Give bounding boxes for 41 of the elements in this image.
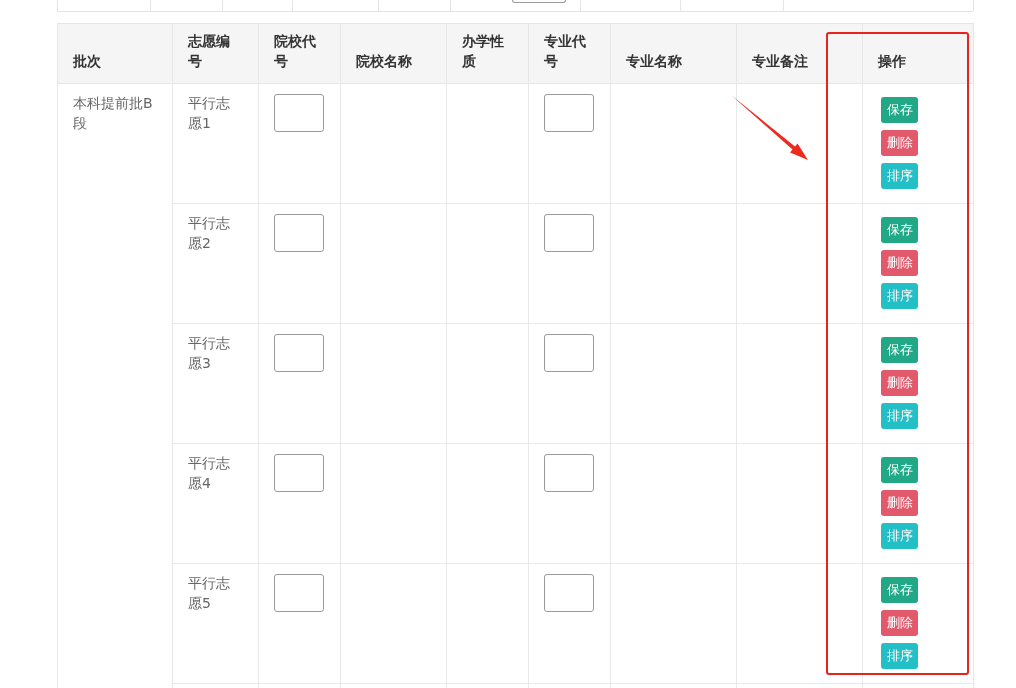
input-field[interactable] [544,454,594,492]
input-field[interactable] [544,214,594,252]
column-header: 操作 [862,23,974,84]
table-cell: 平行志愿1 [172,83,259,204]
input-field[interactable] [544,94,594,132]
column-header: 办学性质 [446,23,529,84]
save-button[interactable]: 保存 [881,217,918,243]
column-header: 院校名称 [340,23,447,84]
sort-button[interactable]: 排序 [881,403,918,429]
input-field[interactable] [274,454,324,492]
save-button[interactable]: 保存 [881,97,918,123]
sort-button[interactable]: 排序 [881,523,918,549]
table-cell: 平行志愿4 [172,443,259,564]
table-cell: 平行志愿2 [172,203,259,324]
column-header: 批次 [57,23,173,84]
input-field[interactable] [274,334,324,372]
delete-button[interactable]: 删除 [881,130,918,156]
save-button[interactable]: 保存 [881,457,918,483]
column-header: 志愿编号 [172,23,259,84]
table-cell: 平行志愿3 [172,323,259,444]
save-button[interactable]: 保存 [881,337,918,363]
delete-button[interactable]: 删除 [881,490,918,516]
save-button[interactable]: 保存 [881,577,918,603]
sort-button[interactable]: 排序 [881,163,918,189]
delete-button[interactable]: 删除 [881,370,918,396]
input-field[interactable] [274,574,324,612]
input-field[interactable] [274,94,324,132]
column-header: 专业代号 [528,23,611,84]
column-header: 专业备注 [736,23,863,84]
input-field[interactable] [544,334,594,372]
input-field[interactable] [544,574,594,612]
input-field[interactable] [512,0,566,3]
table-cell: 平行志愿5 [172,563,259,684]
delete-button[interactable]: 删除 [881,610,918,636]
column-header: 院校代号 [258,23,341,84]
table-cell: 本科提前批B段 [57,83,173,688]
sort-button[interactable]: 排序 [881,283,918,309]
input-field[interactable] [274,214,324,252]
sort-button[interactable]: 排序 [881,643,918,669]
delete-button[interactable]: 删除 [881,250,918,276]
column-header: 专业名称 [610,23,737,84]
